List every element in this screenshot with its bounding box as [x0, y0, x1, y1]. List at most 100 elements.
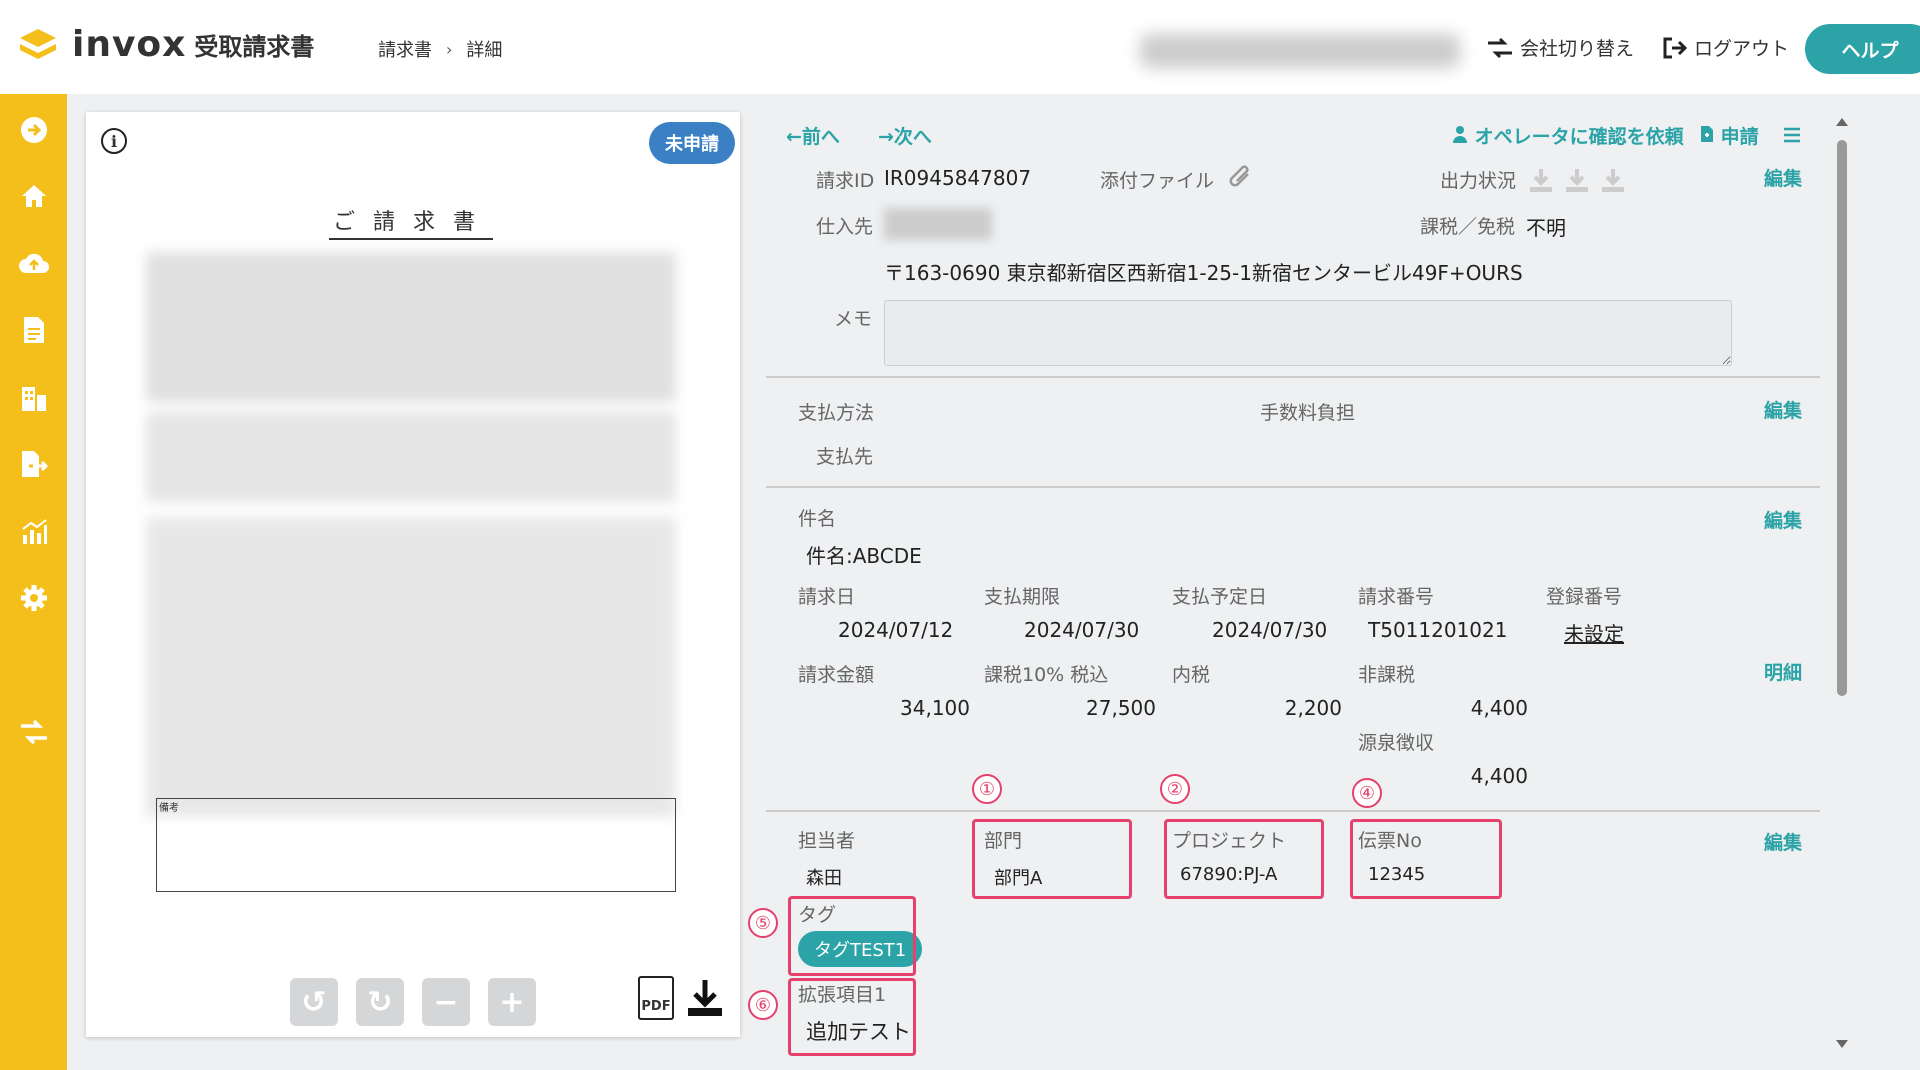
zoom-out-button[interactable]: − — [422, 978, 470, 1026]
annotation-4: ④ — [1352, 778, 1382, 808]
due-date-label: 支払期限 — [984, 586, 1061, 608]
edit-basic-button[interactable]: 編集 — [1764, 164, 1802, 191]
invoice-date-value: 2024/07/12 — [838, 618, 954, 642]
cloud-upload-icon[interactable] — [18, 248, 50, 280]
withholding-label: 源泉徴収 — [1358, 732, 1435, 754]
invoice-id-value: IR0945847807 — [884, 166, 1032, 190]
apply-button[interactable]: 申請 — [1700, 122, 1759, 149]
logo-icon — [20, 28, 56, 59]
annotation-6: ⑥ — [748, 990, 778, 1020]
building-icon[interactable] — [18, 382, 50, 414]
logo[interactable]: invox 受取請求書 — [18, 24, 314, 65]
breadcrumb-detail: 詳細 — [466, 40, 503, 61]
highlight-ext-field — [788, 978, 916, 1056]
remarks-label: 備考 — [159, 803, 179, 814]
non-tax-label: 非課税 — [1358, 664, 1416, 686]
memo-label: メモ — [834, 308, 873, 330]
request-operator-button[interactable]: オペレータに確認を依頼 — [1452, 122, 1684, 149]
scheduled-date-value: 2024/07/30 — [1212, 618, 1328, 642]
document-preview: i 未申請 ご請求書 備考 ↺ ↻ − + PDF — [86, 112, 740, 1037]
scroll-up-icon[interactable] — [1836, 118, 1848, 126]
tax-value: 不明 — [1526, 216, 1566, 240]
edit-payment-button[interactable]: 編集 — [1764, 396, 1802, 423]
arrow-right-circle-icon[interactable] — [18, 114, 50, 146]
output-download-icon — [1530, 169, 1552, 192]
supplier-label: 仕入先 — [816, 216, 874, 238]
download-icon[interactable] — [686, 978, 724, 1018]
switch-company-button[interactable]: 会社切り替え — [1486, 34, 1634, 61]
registration-value[interactable]: 未設定 — [1564, 618, 1624, 647]
breadcrumb-invoices[interactable]: 請求書 — [378, 36, 432, 62]
menu-icon[interactable] — [1782, 126, 1802, 144]
highlight-dept — [972, 819, 1132, 899]
memo-input[interactable] — [884, 300, 1732, 366]
person-value: 森田 — [806, 868, 842, 889]
document-title: ご請求書 — [329, 204, 494, 240]
next-button[interactable]: →次へ — [878, 122, 932, 149]
payee-label: 支払先 — [816, 446, 874, 468]
withholding-value: 4,400 — [1470, 764, 1528, 788]
highlight-slip — [1350, 819, 1502, 899]
top-bar: invox 受取請求書 請求書 › 詳細 会社切り替え ログアウト ヘルプ — [0, 0, 1920, 94]
prev-button[interactable]: ←前へ — [786, 122, 840, 149]
document-apply-icon — [1701, 126, 1713, 142]
gear-icon[interactable] — [18, 582, 50, 614]
logo-text: invox — [72, 24, 187, 65]
person-label: 担当者 — [798, 830, 856, 852]
output-download-icon — [1602, 169, 1624, 192]
tax10-label: 課税10% 税込 — [984, 664, 1109, 686]
divider — [766, 810, 1820, 812]
scrollbar[interactable] — [1836, 118, 1848, 1048]
edit-assignment-button[interactable]: 編集 — [1764, 828, 1802, 855]
chart-icon[interactable] — [18, 516, 50, 548]
document-icon[interactable] — [18, 314, 50, 346]
invoice-number-label: 請求番号 — [1358, 586, 1435, 608]
attachment-label: 添付ファイル — [1100, 170, 1215, 192]
remarks-box: 備考 — [156, 798, 676, 892]
rotate-right-button[interactable]: ↻ — [356, 978, 404, 1026]
amount-label: 請求金額 — [798, 664, 875, 686]
annotation-1: ① — [972, 774, 1002, 804]
edit-subject-button[interactable]: 編集 — [1764, 506, 1802, 533]
logout-icon — [1663, 37, 1688, 58]
subject-label: 件名 — [798, 508, 837, 530]
divider — [766, 376, 1820, 378]
divider — [766, 486, 1820, 488]
payment-method-label: 支払方法 — [798, 402, 875, 424]
output-download-icon — [1566, 169, 1588, 192]
rotate-left-button[interactable]: ↺ — [290, 978, 338, 1026]
supplier-address: 〒163-0690 東京都新宿区西新宿1-25-1新宿センタービル49F+OUR… — [884, 261, 1523, 285]
status-badge: 未申請 — [649, 122, 735, 164]
subject-value: 件名:ABCDE — [806, 544, 922, 568]
logo-subtitle: 受取請求書 — [194, 33, 315, 61]
file-export-icon[interactable] — [18, 448, 50, 480]
paperclip-icon[interactable] — [1228, 164, 1254, 192]
switch-icon[interactable] — [18, 716, 50, 748]
scroll-down-icon[interactable] — [1836, 1040, 1848, 1048]
pdf-icon[interactable]: PDF — [638, 976, 674, 1020]
annotation-5: ⑤ — [748, 908, 778, 938]
document-blurred-header — [146, 252, 676, 402]
logout-label: ログアウト — [1694, 38, 1790, 60]
highlight-tag — [788, 896, 916, 976]
output-status-label: 出力状況 — [1440, 170, 1517, 192]
chevron-right-icon: › — [446, 39, 453, 59]
logout-button[interactable]: ログアウト — [1662, 34, 1789, 61]
info-icon[interactable]: i — [101, 128, 127, 154]
due-date-value: 2024/07/30 — [1024, 618, 1140, 642]
home-icon[interactable] — [18, 180, 50, 212]
registration-label: 登録番号 — [1546, 586, 1623, 608]
fee-label: 手数料負担 — [1260, 402, 1356, 424]
highlight-project — [1164, 819, 1324, 899]
document-blurred-table — [146, 517, 676, 817]
zoom-in-button[interactable]: + — [488, 978, 536, 1026]
scroll-thumb[interactable] — [1837, 140, 1847, 696]
invoice-number-value: T50112010211‹ — [1368, 618, 1508, 642]
arrow-left-icon: ← — [786, 126, 802, 148]
help-button[interactable]: ヘルプ — [1805, 24, 1920, 74]
document-blurred-info — [146, 412, 676, 502]
tax-label: 課税／免税 — [1420, 216, 1516, 238]
company-name-blurred — [1140, 34, 1460, 68]
inner-tax-value: 2,200 — [1284, 696, 1342, 720]
line-items-link[interactable]: 明細 — [1764, 658, 1802, 685]
